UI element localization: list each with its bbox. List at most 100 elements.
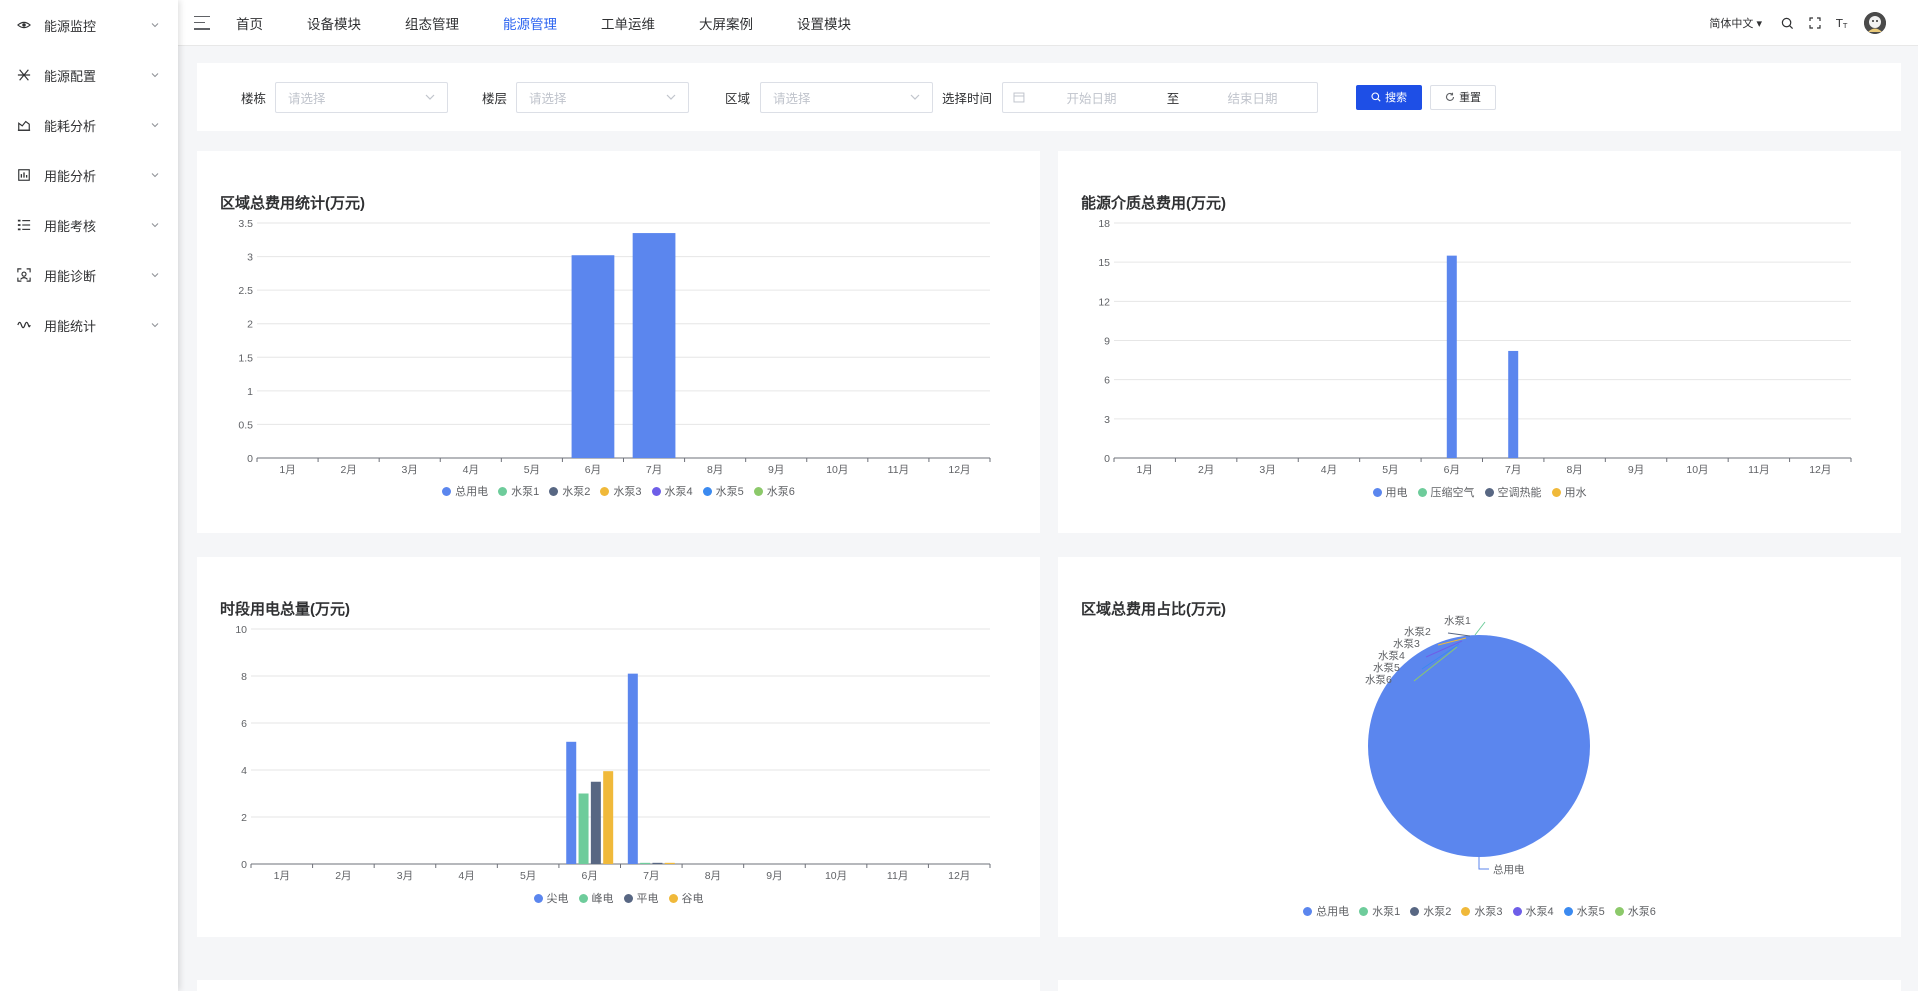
bar[interactable]: [571, 255, 615, 458]
legend-item[interactable]: 水泵1: [1359, 903, 1400, 919]
legend-dot: [1484, 487, 1494, 497]
legend-item[interactable]: 水泵6: [753, 483, 795, 499]
legend-label: 水泵6: [766, 486, 795, 498]
chevron-down-icon: [151, 273, 159, 278]
x-tick-label: 9月: [766, 870, 782, 882]
sidebar-item-0[interactable]: 能源监控: [0, 0, 178, 50]
start-date-input[interactable]: 开始日期: [1037, 88, 1146, 107]
chevron-down-icon: [666, 94, 676, 100]
x-tick-label: 9月: [768, 464, 784, 476]
y-tick-label: 3: [247, 252, 253, 264]
bar[interactable]: [590, 781, 601, 864]
y-tick-label: 2.5: [238, 285, 253, 297]
font-size-icon[interactable]: TT: [1836, 16, 1850, 30]
y-tick-label: 0: [247, 453, 253, 465]
legend-item[interactable]: 水泵2: [1410, 903, 1451, 919]
legend-label: 水泵2: [562, 486, 591, 498]
legend-item[interactable]: 水泵3: [600, 483, 642, 499]
building-select[interactable]: 请选择: [275, 81, 449, 113]
nav-item-6[interactable]: 设置模块: [797, 13, 851, 33]
end-date-input[interactable]: 结束日期: [1198, 88, 1307, 107]
legend-item[interactable]: 水泵3: [1461, 903, 1503, 919]
pie-label-line: [1478, 857, 1489, 870]
legend-item[interactable]: 用电: [1372, 484, 1408, 500]
fullscreen-icon[interactable]: [1808, 16, 1822, 30]
bar[interactable]: [627, 673, 638, 864]
bar[interactable]: [603, 771, 614, 864]
building-placeholder: 请选择: [288, 91, 326, 106]
bar[interactable]: [640, 862, 651, 864]
language-switcher[interactable]: 简体中文 ▾: [1709, 15, 1762, 31]
bar[interactable]: [1446, 255, 1457, 458]
filter-bar: 楼栋 请选择 楼层 请选择 区域 请选择 选择时间 开始日期 至 结束日期 搜索…: [197, 63, 1901, 131]
legend-item[interactable]: 空调热能: [1484, 484, 1542, 500]
legend-item[interactable]: 水泵5: [702, 483, 744, 499]
pie-slice[interactable]: [1368, 635, 1590, 857]
y-tick-label: 8: [241, 671, 247, 683]
pie-label-line: [1474, 621, 1486, 636]
nav-item-4[interactable]: 工单运维: [601, 13, 655, 33]
legend-item[interactable]: 水泵1: [498, 483, 539, 499]
legend-dot: [753, 486, 763, 496]
nav-item-5[interactable]: 大屏案例: [699, 13, 753, 33]
y-tick-label: 1.5: [238, 352, 253, 364]
bar[interactable]: [632, 233, 676, 458]
sidebar-item-6[interactable]: 用能统计: [0, 300, 178, 350]
bar[interactable]: [566, 741, 577, 864]
sidebar-item-2[interactable]: 能耗分析: [0, 100, 178, 150]
search-button[interactable]: 搜索: [1356, 84, 1423, 110]
area-cost-card: 区域总费用统计(万元) 0 0.5 1 1.5 2 2.5 3 3.5 1月 2月 3月 4月 5月 6月…: [197, 151, 1040, 533]
sidebar-item-4[interactable]: 用能考核: [0, 200, 178, 250]
menu-toggle-icon[interactable]: [194, 15, 210, 30]
bar[interactable]: [578, 793, 589, 865]
legend-item[interactable]: 总用电: [1303, 903, 1349, 919]
legend-item[interactable]: 水泵2: [549, 483, 590, 499]
floor-select[interactable]: 请选择: [516, 81, 690, 113]
calendar-icon: [1013, 92, 1025, 103]
legend-item[interactable]: 峰电: [578, 890, 614, 906]
sidebar-item-5[interactable]: 用能诊断: [0, 250, 178, 300]
floor-placeholder: 请选择: [529, 91, 567, 106]
sidebar-item-3[interactable]: 用能分析: [0, 150, 178, 200]
sidebar-item-label: 能耗分析: [44, 118, 97, 134]
legend-item[interactable]: 用水: [1551, 484, 1587, 500]
legend-label: 水泵4: [664, 486, 693, 498]
legend-item[interactable]: 水泵4: [1512, 903, 1554, 919]
bar[interactable]: [664, 862, 675, 864]
reset-button[interactable]: 重置: [1430, 84, 1497, 110]
chart-legend: 总用电 水泵1 水泵2 水泵3 水泵4 水泵5 水泵6: [1058, 903, 1901, 919]
legend-item[interactable]: 尖电: [533, 890, 569, 906]
legend-dot: [702, 486, 712, 496]
legend-dot: [1563, 906, 1573, 916]
nav-item-3[interactable]: 能源管理: [503, 13, 557, 33]
legend-item[interactable]: 水泵6: [1614, 903, 1656, 919]
legend-dot: [1303, 906, 1313, 916]
date-range-picker[interactable]: 开始日期 至 结束日期: [1002, 81, 1319, 113]
area-select[interactable]: 请选择: [760, 81, 934, 113]
legend-dot: [1614, 906, 1624, 916]
search-icon[interactable]: [1780, 16, 1794, 30]
legend-dot: [1417, 487, 1427, 497]
bar[interactable]: [652, 862, 663, 864]
nav-item-1[interactable]: 设备模块: [307, 13, 361, 33]
legend-item[interactable]: 总用电: [442, 483, 488, 499]
x-tick-label: 4月: [458, 870, 474, 882]
x-tick-label: 8月: [705, 870, 721, 882]
sidebar-item-label: 能源监控: [44, 18, 97, 34]
x-tick-label: 1月: [274, 870, 290, 882]
y-tick-label: 0: [1104, 453, 1110, 465]
legend-item[interactable]: 压缩空气: [1417, 484, 1475, 500]
legend-item[interactable]: 平电: [623, 890, 659, 906]
nav-item-2[interactable]: 组态管理: [405, 13, 459, 33]
legend-item[interactable]: 谷电: [668, 890, 704, 906]
bar[interactable]: [1508, 350, 1519, 458]
search-icon: [1371, 92, 1381, 102]
x-tick-label: 3月: [402, 464, 418, 476]
legend-item[interactable]: 水泵5: [1563, 903, 1605, 919]
nav-item-0[interactable]: 首页: [236, 13, 263, 33]
y-tick-label: 18: [1098, 218, 1110, 230]
sidebar-item-1[interactable]: 能源配置: [0, 50, 178, 100]
y-tick-label: 6: [241, 718, 247, 730]
user-avatar[interactable]: [1864, 12, 1886, 34]
legend-item[interactable]: 水泵4: [651, 483, 693, 499]
